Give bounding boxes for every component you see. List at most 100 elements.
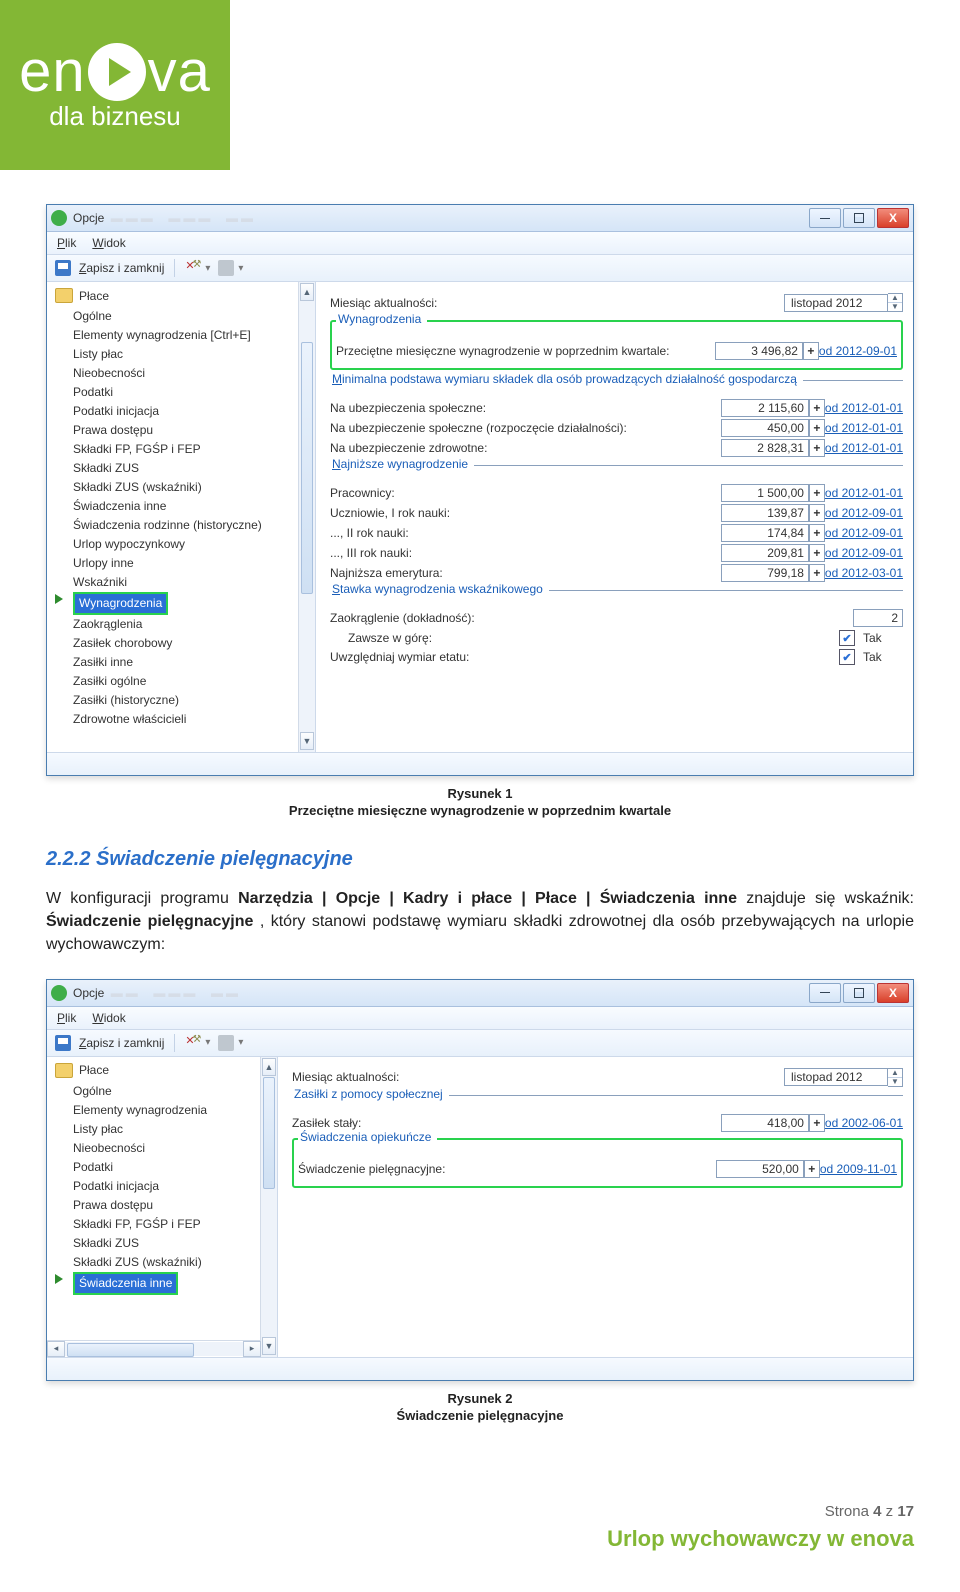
- vertical-scrollbar[interactable]: ▲ ▼: [260, 1057, 277, 1357]
- nav-item[interactable]: Zasiłki inne: [73, 653, 313, 672]
- nav-item[interactable]: Zasiłki ogólne: [73, 672, 313, 691]
- expand-button[interactable]: +: [809, 504, 825, 522]
- nav-item[interactable]: Podatki: [73, 383, 313, 402]
- row-date-link[interactable]: od 2012-01-01: [825, 486, 903, 500]
- row-value[interactable]: 209,81: [721, 544, 809, 562]
- menu-plik[interactable]: Plik: [57, 1011, 76, 1025]
- dropdown-caret-icon[interactable]: ▾: [205, 263, 210, 274]
- nav-item[interactable]: Świadczenia rodzinne (historyczne): [73, 516, 313, 535]
- month-spinner[interactable]: listopad 2012 ▲▼: [784, 1068, 903, 1087]
- dropdown-caret-icon[interactable]: ▾: [205, 1037, 210, 1048]
- nav-item[interactable]: Świadczenia inne: [73, 1272, 275, 1295]
- tools-icon[interactable]: [185, 260, 201, 276]
- avg-date-link[interactable]: od 2012-09-01: [819, 344, 897, 358]
- vertical-scrollbar[interactable]: ▲ ▼: [298, 282, 315, 752]
- nav-item[interactable]: Składki ZUS: [73, 1234, 275, 1253]
- nav-item[interactable]: Elementy wynagrodzenia: [73, 1101, 275, 1120]
- minimize-button[interactable]: —: [809, 208, 841, 228]
- tools-icon[interactable]: [185, 1035, 201, 1051]
- nav-item[interactable]: Ogólne: [73, 307, 313, 326]
- titlebar[interactable]: Opcje ▬▬▬ ▬▬▬ ▬▬ — X: [47, 205, 913, 232]
- restore-button[interactable]: [843, 208, 875, 228]
- expand-button[interactable]: +: [809, 439, 825, 457]
- nav-item[interactable]: Składki FP, FGŚP i FEP: [73, 440, 313, 459]
- scroll-up-button[interactable]: ▲: [262, 1058, 276, 1076]
- nav-item[interactable]: Podatki inicjacja: [73, 1177, 275, 1196]
- scroll-up-button[interactable]: ▲: [300, 283, 314, 301]
- scroll-right-button[interactable]: ▸: [243, 1341, 261, 1357]
- spinner-down-icon[interactable]: ▼: [888, 1078, 902, 1086]
- nav-item[interactable]: Świadczenia inne: [73, 497, 313, 516]
- expand-button[interactable]: +: [809, 399, 825, 417]
- nav-item[interactable]: Składki FP, FGŚP i FEP: [73, 1215, 275, 1234]
- row-value[interactable]: 2 115,60: [721, 399, 809, 417]
- minimize-button[interactable]: —: [809, 983, 841, 1003]
- row-date-link[interactable]: od 2012-01-01: [825, 401, 903, 415]
- nav-item[interactable]: Prawa dostępu: [73, 1196, 275, 1215]
- row-date-link[interactable]: od 2012-01-01: [825, 441, 903, 455]
- expand-button[interactable]: +: [804, 1160, 820, 1178]
- nav-item[interactable]: Podatki inicjacja: [73, 402, 313, 421]
- row-date-link[interactable]: od 2012-03-01: [825, 566, 903, 580]
- restore-button[interactable]: [843, 983, 875, 1003]
- row-value[interactable]: 1 500,00: [721, 484, 809, 502]
- row-value[interactable]: 139,87: [721, 504, 809, 522]
- nav-item[interactable]: Zasiłek chorobowy: [73, 634, 313, 653]
- expand-button[interactable]: +: [809, 524, 825, 542]
- nav-root[interactable]: Płace: [55, 288, 313, 303]
- nav-item[interactable]: Ogólne: [73, 1082, 275, 1101]
- scroll-down-button[interactable]: ▼: [300, 732, 314, 750]
- row-date-link[interactable]: od 2012-09-01: [825, 546, 903, 560]
- menu-widok[interactable]: Widok: [92, 1011, 125, 1025]
- save-and-close-button[interactable]: Zapisz i zamknij: [79, 261, 164, 275]
- expand-button[interactable]: +: [809, 419, 825, 437]
- scroll-thumb[interactable]: [301, 342, 313, 594]
- nav-item[interactable]: Prawa dostępu: [73, 421, 313, 440]
- row-value[interactable]: 799,18: [721, 564, 809, 582]
- avg-value[interactable]: 3 496,82: [715, 342, 803, 360]
- dropdown-caret-icon[interactable]: ▾: [238, 1037, 243, 1048]
- row-value[interactable]: 450,00: [721, 419, 809, 437]
- nav-item[interactable]: Urlopy inne: [73, 554, 313, 573]
- close-button[interactable]: X: [877, 208, 909, 228]
- swiad-value[interactable]: 520,00: [716, 1160, 804, 1178]
- print-icon[interactable]: [218, 260, 234, 276]
- nav-item[interactable]: Listy płac: [73, 1120, 275, 1139]
- expand-button[interactable]: +: [809, 564, 825, 582]
- nav-item[interactable]: Składki ZUS (wskaźniki): [73, 478, 313, 497]
- nav-item[interactable]: Wynagrodzenia: [73, 592, 313, 615]
- expand-button[interactable]: +: [803, 342, 819, 360]
- month-spinner[interactable]: listopad 2012 ▲▼: [784, 293, 903, 312]
- row-date-link[interactable]: od 2012-09-01: [825, 526, 903, 540]
- menu-widok[interactable]: Widok: [92, 236, 125, 250]
- titlebar[interactable]: Opcje ▬▬ ▬▬▬ ▬▬ — X: [47, 980, 913, 1007]
- nav-item[interactable]: Nieobecności: [73, 364, 313, 383]
- menu-plik[interactable]: PPliklik: [57, 236, 76, 250]
- scroll-thumb[interactable]: [67, 1343, 194, 1357]
- nav-item[interactable]: Wskaźniki: [73, 573, 313, 592]
- zasilek-date-link[interactable]: od 2002-06-01: [825, 1116, 903, 1130]
- spinner-down-icon[interactable]: ▼: [888, 303, 902, 311]
- nav-item[interactable]: Podatki: [73, 1158, 275, 1177]
- zaokr-value[interactable]: 2: [853, 609, 903, 627]
- swiad-date-link[interactable]: od 2009-11-01: [820, 1162, 897, 1176]
- expand-button[interactable]: +: [809, 1114, 825, 1132]
- checkbox[interactable]: ✔: [839, 630, 855, 646]
- expand-button[interactable]: +: [809, 484, 825, 502]
- nav-item[interactable]: Elementy wynagrodzenia [Ctrl+E]: [73, 326, 313, 345]
- scroll-left-button[interactable]: ◂: [47, 1341, 65, 1357]
- horizontal-scrollbar[interactable]: ◂ ▸: [47, 1340, 261, 1357]
- nav-item[interactable]: Urlop wypoczynkowy: [73, 535, 313, 554]
- checkbox[interactable]: ✔: [839, 649, 855, 665]
- nav-root[interactable]: Płace: [55, 1063, 275, 1078]
- scroll-thumb[interactable]: [263, 1077, 275, 1189]
- nav-item[interactable]: Składki ZUS: [73, 459, 313, 478]
- nav-item[interactable]: Zasiłki (historyczne): [73, 691, 313, 710]
- close-button[interactable]: X: [877, 983, 909, 1003]
- row-date-link[interactable]: od 2012-01-01: [825, 421, 903, 435]
- save-and-close-button[interactable]: Zapisz i zamknij: [79, 1036, 164, 1050]
- expand-button[interactable]: +: [809, 544, 825, 562]
- nav-item[interactable]: Listy płac: [73, 345, 313, 364]
- nav-item[interactable]: Nieobecności: [73, 1139, 275, 1158]
- nav-item[interactable]: Zaokrąglenia: [73, 615, 313, 634]
